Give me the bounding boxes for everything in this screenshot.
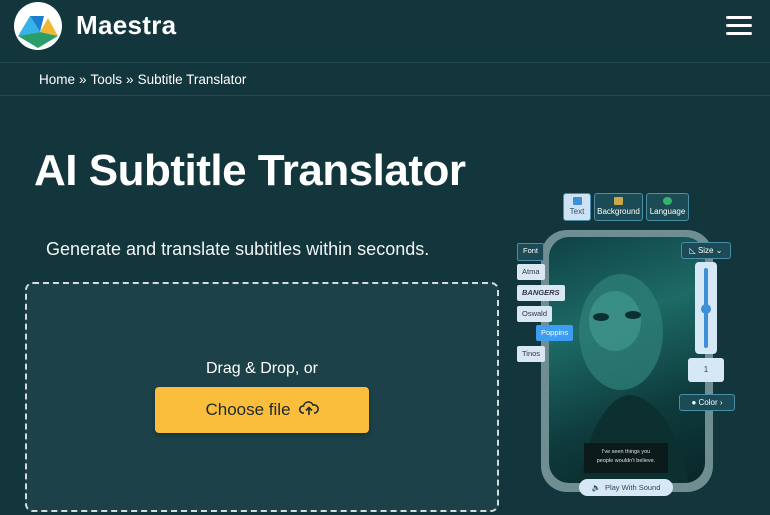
drag-drop-text: Drag & Drop, or — [205, 360, 319, 377]
site-header: Maestra — [0, 0, 770, 63]
breadcrumb-separator: » — [79, 72, 87, 87]
color-control[interactable]: ● Color › — [679, 394, 735, 411]
size-slider[interactable] — [695, 262, 717, 354]
page-title: AI Subtitle Translator — [34, 146, 466, 195]
play-with-sound-button[interactable]: 🔈 Play With Sound — [579, 479, 673, 496]
font-label: Font — [517, 243, 545, 261]
chevron-down-icon: ⌄ — [715, 246, 723, 255]
size-icon: ◺ — [689, 246, 696, 255]
breadcrumb-home[interactable]: Home — [39, 72, 75, 87]
menu-icon[interactable] — [726, 14, 754, 36]
breadcrumb-separator: » — [126, 72, 134, 87]
breadcrumb-tools[interactable]: Tools — [91, 72, 123, 87]
speaker-icon: 🔈 — [591, 483, 601, 492]
font-option-tinos[interactable]: Tinos — [517, 346, 546, 362]
font-option-bangers[interactable]: BANGERS — [517, 285, 565, 301]
tab-language-label: Language — [649, 207, 686, 216]
maestra-logo[interactable] — [14, 2, 62, 50]
subtitle-caption: I've seen things you people wouldn't bel… — [584, 443, 668, 473]
caption-line-2: people wouldn't believe. — [596, 458, 656, 464]
choose-file-button[interactable]: Choose file — [155, 387, 369, 433]
size-control[interactable]: ◺ Size ⌄ — [681, 242, 731, 259]
chevron-right-icon: › — [719, 398, 723, 407]
cloud-upload-icon — [298, 400, 319, 421]
play-with-sound-label: Play With Sound — [604, 483, 661, 492]
font-option-atma[interactable]: Atma — [517, 264, 545, 280]
caption-line-1: I've seen things you — [601, 449, 651, 455]
tab-language[interactable]: Language — [646, 193, 689, 221]
tab-background[interactable]: Background — [594, 193, 643, 221]
color-label: Color — [698, 398, 718, 407]
font-option-oswald[interactable]: Oswald — [517, 306, 553, 322]
breadcrumb: Home» Tools» Subtitle Translator — [0, 63, 770, 96]
size-value[interactable]: 1 — [688, 358, 724, 382]
text-tab-icon — [572, 197, 582, 205]
tab-background-label: Background — [597, 207, 640, 216]
tab-text-label: Text — [569, 207, 585, 216]
brand-name[interactable]: Maestra — [76, 10, 176, 41]
file-dropzone[interactable]: Drag & Drop, or Choose file — [25, 282, 499, 512]
font-option-poppins[interactable]: Poppins — [536, 325, 574, 341]
page-subtitle: Generate and translate subtitles within … — [46, 239, 430, 259]
background-tab-icon — [614, 197, 623, 205]
size-label: Size — [697, 246, 714, 255]
palette-icon: ● — [691, 398, 697, 407]
globe-icon — [663, 197, 672, 205]
breadcrumb-current: Subtitle Translator — [137, 72, 247, 87]
slider-handle[interactable] — [701, 304, 711, 314]
choose-file-label: Choose file — [205, 400, 291, 419]
tab-text[interactable]: Text — [563, 193, 591, 221]
